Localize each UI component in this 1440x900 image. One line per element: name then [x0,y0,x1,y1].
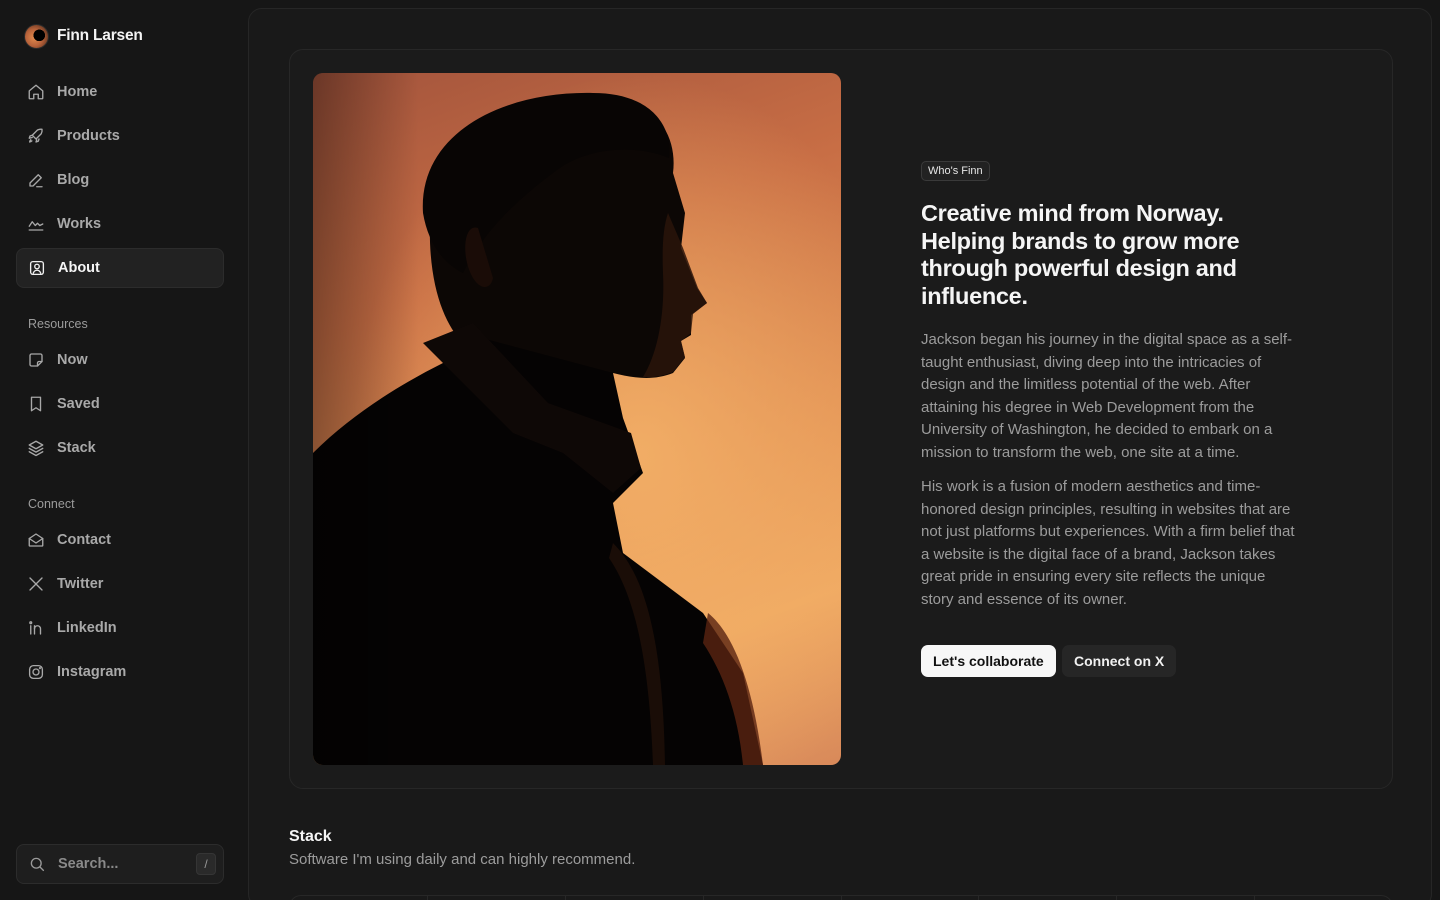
stack-card[interactable] [842,896,980,900]
hero-paragraph-2: His work is a fusion of modern aesthetic… [921,478,1295,608]
stack-card[interactable] [566,896,704,900]
sidebar-item-contact[interactable]: Contact [16,520,224,560]
sidebar-item-works[interactable]: Works [16,204,224,244]
sidebar-item-about[interactable]: About [16,248,224,288]
sidebar-item-label: Twitter [57,576,104,592]
hero-card: Who's Finn Creative mind from Norway. He… [289,49,1393,789]
sidebar-item-label: Saved [57,396,100,412]
sidebar-item-linkedin[interactable]: LinkedIn [16,608,224,648]
avatar [24,23,49,49]
stack-card[interactable] [1117,896,1256,900]
portrait-silhouette [313,73,841,765]
bookmark-icon [27,395,45,413]
sidebar-item-label: Home [57,84,98,100]
connect-on-x-button[interactable]: Connect on X [1062,645,1177,677]
sidebar-item-blog[interactable]: Blog [16,160,224,200]
note-icon [27,351,45,369]
sidebar-item-label: Instagram [57,664,127,680]
search-icon [28,855,46,873]
section-label-connect: Connect [28,497,75,511]
sidebar-item-label: Products [57,128,120,144]
x-logo-icon [27,575,45,593]
sidebar-item-label: About [58,260,100,276]
hero-paragraph-1: Jackson began his journey in the digital… [921,331,1293,461]
stack-section-subtitle: Software I'm using daily and can highly … [289,851,636,868]
section-label-resources: Resources [28,317,88,331]
stack-card[interactable] [290,896,428,900]
search-placeholder: Search... [58,856,119,872]
user-square-icon [28,259,46,277]
portrait-photo [313,73,841,765]
search-shortcut-key: / [196,853,216,875]
sidebar-item-saved[interactable]: Saved [16,384,224,424]
sidebar-item-label: Contact [57,532,111,548]
pen-icon [27,171,45,189]
rocket-icon [27,127,45,145]
brand[interactable]: Finn Larsen [24,23,143,49]
collaborate-button[interactable]: Let's collaborate [921,645,1056,677]
sidebar-item-label: Stack [57,440,96,456]
linkedin-icon [27,619,45,637]
brand-name: Finn Larsen [57,27,143,44]
sidebar-item-twitter[interactable]: Twitter [16,564,224,604]
sidebar-item-label: LinkedIn [57,620,117,636]
search-input[interactable]: Search... / [16,844,224,884]
who-badge: Who's Finn [921,161,990,181]
mail-open-icon [27,531,45,549]
stack-card[interactable] [428,896,566,900]
sidebar-item-instagram[interactable]: Instagram [16,652,224,692]
stack-grid [289,895,1393,900]
sidebar-item-products[interactable]: Products [16,116,224,156]
stack-card[interactable] [704,896,842,900]
stack-card[interactable] [1255,896,1392,900]
sidebar-item-stack[interactable]: Stack [16,428,224,468]
hero-headline: Creative mind from Norway. Helping brand… [921,200,1240,309]
chart-line-icon [27,215,45,233]
home-icon [27,83,45,101]
sidebar-item-home[interactable]: Home [16,72,224,112]
main-panel: Who's Finn Creative mind from Norway. He… [248,8,1432,900]
layers-icon [27,439,45,457]
sidebar-item-now[interactable]: Now [16,340,224,380]
sidebar-item-label: Blog [57,172,90,188]
sidebar-item-label: Now [57,352,88,368]
stack-card[interactable] [979,896,1118,900]
sidebar: Finn Larsen Home Products Blog Works Abo… [0,0,248,900]
stack-section-title: Stack [289,828,332,845]
sidebar-item-label: Works [57,216,102,232]
instagram-icon [27,663,45,681]
